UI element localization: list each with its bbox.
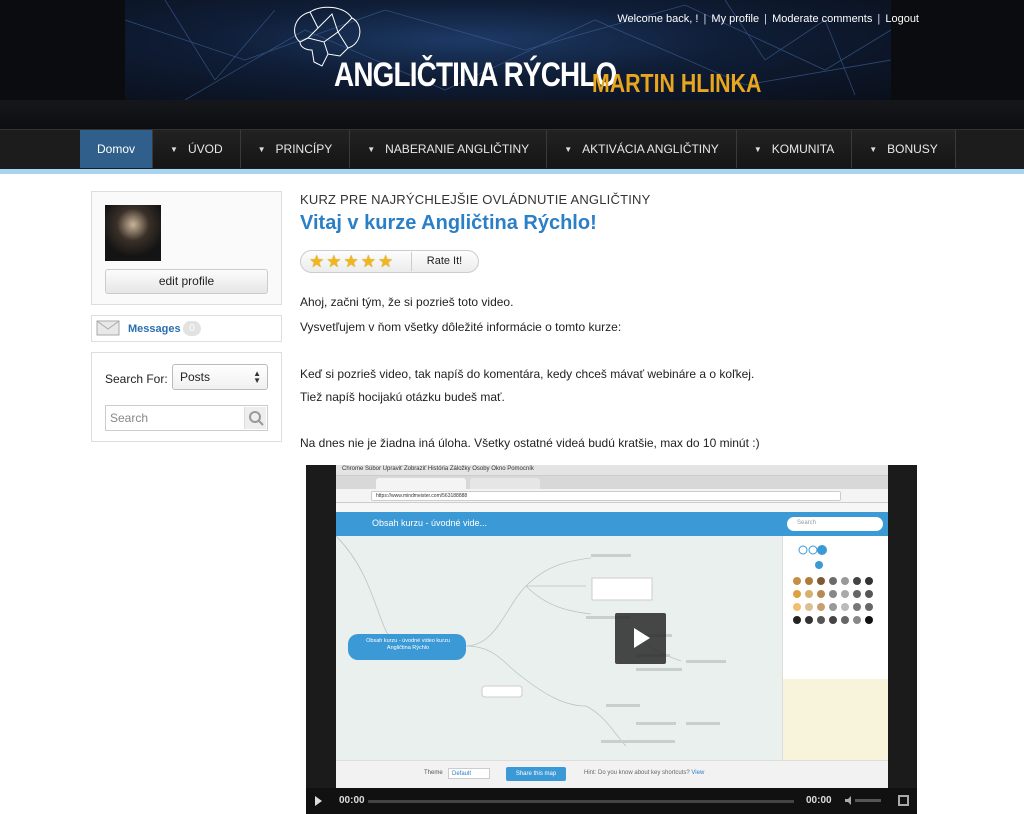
search-for-label: Search For: [105, 372, 168, 386]
search-input[interactable]: Search [105, 405, 268, 431]
mindmap-central-node: Obsah kurzu - úvodné video kurzu Angličt… [366, 638, 450, 651]
dropdown-caret-icon: ▼ [869, 144, 878, 154]
welcome-text: Welcome back, ! [617, 13, 699, 25]
nav-item-principy[interactable]: ▼ PRINCÍPY [240, 130, 351, 168]
search-type-value: Posts [180, 370, 211, 384]
brand-subtitle: MARTIN HLINKA [592, 68, 762, 98]
play-icon[interactable] [315, 796, 322, 806]
nav-item-naberanie[interactable]: ▼ NABERANIE ANGLIČTINY [350, 130, 548, 168]
instruction-paragraph: Tiež napíš hocijakú otázku budeš mať. [300, 390, 505, 404]
mindmap-search: Search [787, 517, 883, 531]
search-button[interactable] [244, 407, 266, 429]
hint-text: Hint: Do you know about key shortcuts? V… [584, 770, 704, 776]
nav-item-label: BONUSY [887, 142, 938, 156]
messages-box[interactable]: Messages 0 [91, 315, 282, 342]
page-title: Vitaj v kurze Angličtina Rýchlo! [300, 212, 597, 234]
instruction-paragraph: Keď si pozrieš video, tak napíš do komen… [300, 367, 755, 381]
hint-label: Hint: Do you know about key shortcuts? [584, 770, 690, 776]
rating-widget: ★★★★★ Rate It! [300, 250, 479, 273]
mindmap-style-panel [782, 536, 888, 760]
mac-menu-bar: Chrome Súbor Upraviť Zobraziť História Z… [336, 465, 888, 476]
theme-select: Default [448, 768, 490, 779]
mindmap-title: Obsah kurzu - úvodné vide... [372, 518, 488, 528]
user-links: Welcome back, ! | My profile | Moderate … [617, 13, 919, 25]
profile-box: edit profile [91, 191, 282, 305]
video-play-overlay-button[interactable] [615, 613, 666, 664]
nav-item-komunita[interactable]: ▼ KOMUNITA [736, 130, 853, 168]
dropdown-caret-icon: ▼ [564, 144, 573, 154]
nav-item-label: Domov [97, 142, 136, 156]
nav-item-label: KOMUNITA [771, 142, 835, 156]
select-arrows-icon: ▲ ▼ [253, 369, 261, 385]
share-map-button: Share this map [506, 767, 566, 781]
messages-link[interactable]: Messages [128, 323, 181, 335]
nav-item-uvod[interactable]: ▼ ÚVOD [153, 130, 241, 168]
mindmap-toolbar: Obsah kurzu - úvodné vide... Search [336, 512, 888, 536]
video-player[interactable]: Chrome Súbor Upraviť Zobraziť História Z… [306, 465, 917, 814]
intro-paragraph: Ahoj, začni tým, že si pozrieš toto vide… [300, 295, 514, 309]
search-box: Search For: Posts ▲ ▼ Search [91, 352, 282, 442]
logout-link[interactable]: Logout [885, 13, 919, 25]
volume-icon[interactable] [845, 796, 883, 805]
nav-accent-strip [0, 169, 1024, 174]
video-frame: Chrome Súbor Upraviť Zobraziť História Z… [336, 465, 888, 788]
envelope-icon [96, 320, 120, 336]
rating-stars[interactable]: ★★★★★ [309, 252, 395, 272]
search-type-select[interactable]: Posts ▲ ▼ [172, 364, 268, 390]
closing-paragraph: Na dnes nie je žiadna iná úloha. Všetky … [300, 436, 760, 450]
dropdown-caret-icon: ▼ [753, 144, 762, 154]
bookmarks-bar [336, 503, 888, 512]
nav-item-label: ÚVOD [187, 142, 223, 156]
nav-item-label: AKTIVÁCIA ANGLIČTINY [582, 142, 719, 156]
total-time: 00:00 [806, 795, 832, 806]
messages-count-badge: 0 [183, 321, 201, 336]
search-placeholder: Search [110, 411, 149, 425]
nav-item-aktivacia[interactable]: ▼ AKTIVÁCIA ANGLIČTINY [547, 130, 737, 168]
site-header: ANGLIČTINA RÝCHLO MARTIN HLINKA Welcome … [0, 0, 1024, 130]
edit-profile-button[interactable]: edit profile [105, 269, 268, 294]
dropdown-caret-icon: ▼ [367, 144, 376, 154]
header-base [0, 100, 1024, 130]
theme-label: Theme [424, 770, 443, 776]
mindmap-bottom-bar: Theme Default Share this map Hint: Do yo… [336, 760, 888, 788]
dropdown-caret-icon: ▼ [170, 144, 178, 154]
current-time: 00:00 [339, 795, 365, 806]
intro-paragraph: Vysvetľujem v ňom všetky dôležité inform… [300, 320, 622, 334]
brand-title: ANGLIČTINA RÝCHLO [334, 56, 617, 94]
browser-tab [376, 478, 466, 489]
nav-item-bonusy[interactable]: ▼ BONUSY [852, 130, 956, 168]
browser-tab-strip [336, 476, 888, 489]
nav-item-label: NABERANIE ANGLIČTINY [385, 142, 530, 156]
nav-item-label: PRINCÍPY [275, 142, 333, 156]
browser-toolbar: https://www.mindmeister.com/563188888 [336, 489, 888, 503]
dropdown-caret-icon: ▼ [257, 144, 266, 154]
main-navigation: Domov ▼ ÚVOD ▼ PRINCÍPY ▼ NABERANIE ANGLIČT… [0, 129, 1024, 169]
fullscreen-icon[interactable] [898, 795, 909, 806]
page-subtitle: KURZ PRE NAJRÝCHLEJŠIE OVLÁDNUTIE ANGLIČ… [300, 192, 651, 207]
avatar[interactable] [105, 205, 161, 261]
video-progress-bar[interactable] [368, 800, 794, 803]
browser-url-field: https://www.mindmeister.com/563188888 [371, 491, 841, 501]
color-swatches [793, 545, 873, 624]
moderate-comments-link[interactable]: Moderate comments [772, 13, 872, 25]
rate-it-button[interactable]: Rate It! [411, 252, 477, 271]
style-palette [783, 536, 888, 679]
search-icon [249, 411, 264, 426]
mindmap-canvas: Obsah kurzu - úvodné video kurzu Angličt… [336, 535, 782, 760]
my-profile-link[interactable]: My profile [711, 13, 759, 25]
video-controls: 00:00 00:00 [306, 788, 917, 814]
browser-tab [470, 478, 540, 489]
hint-link: View [691, 770, 705, 776]
nav-item-domov[interactable]: Domov [80, 130, 154, 168]
